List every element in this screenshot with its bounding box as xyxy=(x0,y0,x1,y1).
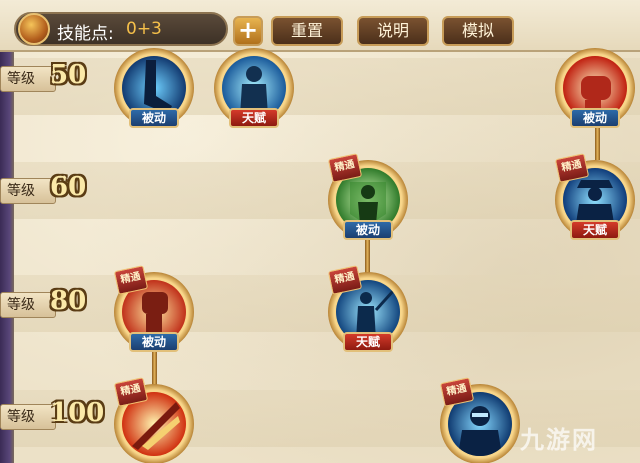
skill-link xyxy=(365,235,370,275)
skill-node[interactable]: 被动 xyxy=(555,48,635,128)
level-label: 等级 xyxy=(0,292,56,318)
add-skill-points-button[interactable]: + xyxy=(233,16,263,46)
level-value: 60 xyxy=(50,172,87,202)
help-button[interactable]: 说明 xyxy=(357,16,429,46)
skill-type-badge: 天赋 xyxy=(229,108,279,128)
level-value: 80 xyxy=(50,286,87,316)
skill-tree-board: 技能点: 0+3 + 重置 说明 模拟 等级 50 等级 60 等级 80 等级… xyxy=(0,0,640,463)
simulate-button[interactable]: 模拟 xyxy=(442,16,514,46)
skill-points-value: 0+3 xyxy=(126,19,162,39)
level-label: 等级 xyxy=(0,404,56,430)
level-label: 等级 xyxy=(0,178,56,204)
skill-node[interactable]: 天赋 xyxy=(214,48,294,128)
level-tag-80: 等级 80 xyxy=(0,286,104,324)
skill-node[interactable]: 天赋 精通 xyxy=(554,153,635,240)
level-tag-50: 等级 50 xyxy=(0,60,104,98)
skill-node[interactable]: 被动 xyxy=(114,48,194,128)
skill-type-badge: 天赋 xyxy=(343,332,393,352)
level-value: 50 xyxy=(50,60,87,90)
skill-node[interactable]: 被动 精通 xyxy=(327,153,408,240)
watermark: 九游网 xyxy=(520,426,598,454)
skill-type-badge: 被动 xyxy=(129,108,179,128)
skill-type-badge: 被动 xyxy=(570,108,620,128)
skill-node[interactable]: 精通 xyxy=(113,377,194,463)
level-tag-60: 等级 60 xyxy=(0,172,104,210)
level-tag-100: 等级 100 xyxy=(0,398,104,436)
reset-button[interactable]: 重置 xyxy=(271,16,343,46)
skill-type-badge: 天赋 xyxy=(570,220,620,240)
skill-node[interactable]: 精通 xyxy=(439,377,520,463)
level-value: 100 xyxy=(50,398,105,428)
skill-type-badge: 被动 xyxy=(343,220,393,240)
skill-point-coin-icon xyxy=(18,13,50,45)
skill-node[interactable]: 天赋 精通 xyxy=(327,265,408,352)
skill-node[interactable]: 被动 精通 xyxy=(113,265,194,352)
skill-points-label: 技能点: xyxy=(57,24,114,44)
skill-type-badge: 被动 xyxy=(129,332,179,352)
level-label: 等级 xyxy=(0,66,56,92)
